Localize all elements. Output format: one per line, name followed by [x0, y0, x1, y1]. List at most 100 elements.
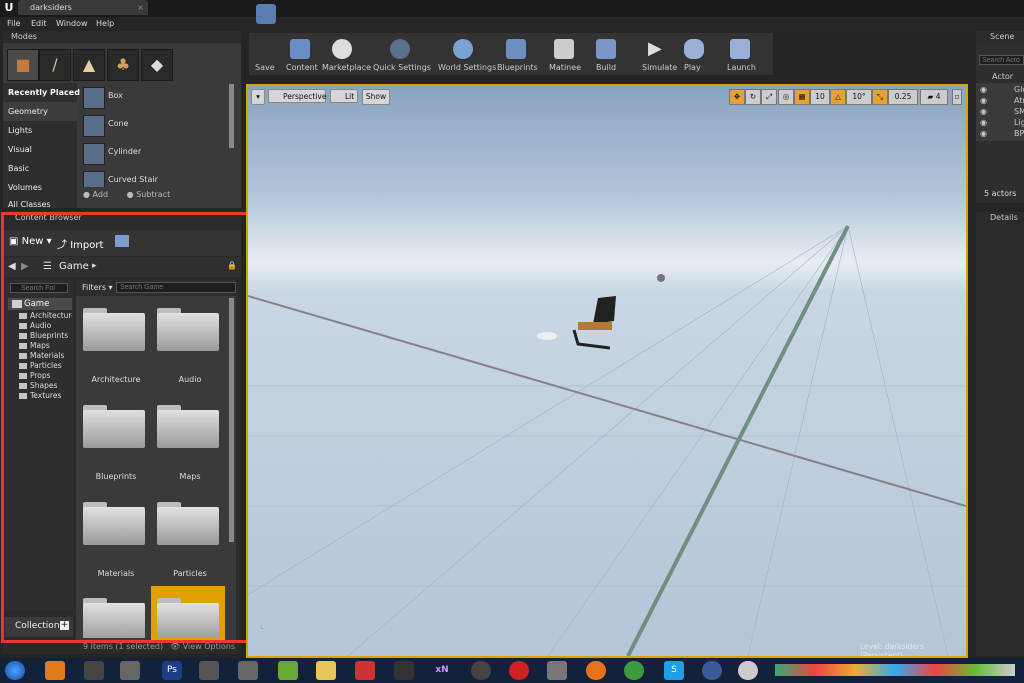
toolbar-simulate-button[interactable]: ▶ Simulate — [641, 0, 677, 73]
scale-icon[interactable]: ⤢ — [761, 89, 777, 105]
save-icon — [256, 4, 276, 24]
category-all-classes[interactable]: All Classes — [8, 198, 51, 207]
camera-speed-button[interactable]: ▰ 4 — [920, 89, 948, 105]
shape-curved-stair-label: Curved Stair — [108, 175, 158, 184]
simulate-label: Simulate — [642, 63, 678, 72]
media-icon[interactable] — [45, 661, 65, 680]
visibility-icon[interactable]: ◉ — [980, 118, 987, 127]
maximize-viewport-icon[interactable]: ▫ — [952, 89, 962, 105]
visibility-icon[interactable]: ◉ — [980, 129, 987, 138]
vpn-icon[interactable] — [509, 661, 529, 680]
paint-mode-button[interactable]: / — [39, 49, 71, 81]
details-title: Details — [990, 213, 1018, 222]
menu-file[interactable]: File — [7, 17, 20, 30]
geometry-edit-icon: ◆ — [150, 55, 164, 74]
shape-cone[interactable]: Cone — [83, 113, 223, 139]
category-geometry[interactable]: Geometry — [8, 103, 48, 121]
category-recently-placed[interactable]: Recently Placed — [8, 84, 80, 102]
steam-store-icon[interactable] — [238, 661, 258, 680]
shape-box[interactable]: Box — [83, 85, 223, 111]
translate-icon[interactable]: ✥ — [729, 89, 745, 105]
world-local-icon[interactable]: ◎ — [778, 89, 794, 105]
category-basic[interactable]: Basic — [8, 160, 29, 178]
add-radio[interactable]: ● Add — [83, 190, 108, 199]
system-tray[interactable] — [775, 664, 1015, 676]
steam-icon[interactable] — [120, 661, 140, 680]
close-tab-icon[interactable]: × — [137, 0, 144, 15]
filezilla-icon[interactable] — [355, 661, 375, 680]
actor-row-sm[interactable]: SM — [1014, 107, 1024, 116]
shape-curved-stair[interactable]: Curved Stair — [83, 169, 223, 187]
rotation-snap-value[interactable]: 10° — [846, 89, 872, 105]
toolbar-marketplace-button[interactable]: Marketplace — [320, 0, 371, 72]
toolbar-build-button[interactable]: Build — [594, 0, 624, 72]
chrome-icon[interactable] — [624, 661, 644, 680]
ue-icon[interactable] — [394, 661, 414, 680]
subtract-radio[interactable]: ● Subtract — [127, 190, 171, 199]
perspective-button[interactable]: Perspective — [268, 89, 326, 103]
skype-icon[interactable]: S — [664, 661, 684, 680]
play-label: Play — [684, 63, 701, 72]
actor-row-glo[interactable]: Glo — [1014, 85, 1024, 94]
toolbar-matinee-button[interactable]: Matinee — [548, 0, 588, 72]
xn-icon[interactable]: xN — [432, 661, 452, 680]
landscape-mode-button[interactable]: ▲ — [73, 49, 105, 81]
scale-snap-value[interactable]: 0.25 — [888, 89, 918, 105]
toolbar-launch-button[interactable]: Launch — [726, 0, 760, 72]
rotation-snap-icon[interactable]: △ — [830, 89, 846, 105]
grid-snap-value[interactable]: 10 — [810, 89, 830, 105]
notepad-icon[interactable] — [278, 661, 298, 680]
visibility-icon[interactable]: ◉ — [980, 107, 987, 116]
explorer-icon[interactable] — [316, 661, 336, 680]
brush-icon: / — [52, 55, 58, 74]
lit-button[interactable]: Lit — [330, 89, 358, 103]
category-lights[interactable]: Lights — [8, 122, 32, 140]
photoshop-icon[interactable]: Ps — [162, 661, 182, 680]
details-tab[interactable]: Details — [976, 212, 1024, 224]
start-icon[interactable] — [5, 661, 25, 680]
scale-snap-icon[interactable]: ⤡ — [872, 89, 888, 105]
scene-outliner-tab[interactable]: Scene Ou — [976, 31, 1024, 53]
viewport-active-border — [246, 84, 968, 658]
foliage-mode-button[interactable]: ♣ — [107, 49, 139, 81]
document-tab[interactable]: darksiders × — [18, 0, 148, 15]
aluminum-icon[interactable] — [199, 661, 219, 680]
menu-window[interactable]: Window — [56, 17, 88, 30]
visibility-icon[interactable]: ◉ — [980, 85, 987, 94]
zbrush-icon[interactable] — [547, 661, 567, 680]
toolbar-play-button[interactable]: Play — [680, 0, 714, 72]
modes-tab[interactable]: Modes — [3, 31, 241, 43]
actor-row-lig[interactable]: Lig — [1014, 118, 1024, 127]
grid-snap-icon[interactable]: ▦ — [794, 89, 810, 105]
toolbar-world-settings-button[interactable]: World Settings — [437, 0, 496, 72]
viewport-menu-button[interactable]: ▾ — [251, 89, 265, 105]
item-count: 9 items (1 selected) — [83, 642, 164, 651]
actor-row-atr[interactable]: Atr — [1014, 96, 1024, 105]
geometry-edit-mode-button[interactable]: ◆ — [141, 49, 173, 81]
view-options-button[interactable]: 👁 View Options — [170, 642, 235, 651]
modes-scrollbar[interactable] — [229, 84, 234, 148]
rotate-icon[interactable]: ↻ — [745, 89, 761, 105]
category-visual[interactable]: Visual — [8, 141, 32, 159]
shape-cylinder[interactable]: Cylinder — [83, 141, 223, 167]
search-actors-input[interactable] — [979, 55, 1024, 65]
toolbar-content-button[interactable]: Content — [284, 0, 318, 72]
actor-row-bp[interactable]: BP — [1014, 129, 1024, 138]
unreal-active-icon[interactable] — [738, 661, 758, 680]
toolbar-save-button[interactable]: Save — [252, 0, 278, 72]
unreal-icon[interactable] — [702, 661, 722, 680]
visibility-icon[interactable]: ◉ — [980, 96, 987, 105]
firefox-icon[interactable] — [586, 661, 606, 680]
menu-edit[interactable]: Edit — [31, 17, 47, 30]
app-icon[interactable] — [84, 661, 104, 680]
toolbar-blueprints-button[interactable]: Blueprints — [496, 0, 544, 72]
quick-settings-label: Quick Settings — [373, 63, 431, 72]
launch-label: Launch — [727, 63, 756, 72]
category-volumes[interactable]: Volumes — [8, 179, 42, 197]
toolbar-quick-settings-button[interactable]: Quick Settings — [372, 0, 432, 72]
menu-help[interactable]: Help — [96, 17, 114, 30]
matinee-label: Matinee — [549, 63, 582, 72]
show-button[interactable]: Show — [362, 89, 390, 105]
place-mode-button[interactable]: ■ — [7, 49, 39, 81]
obs-icon[interactable] — [471, 661, 491, 680]
